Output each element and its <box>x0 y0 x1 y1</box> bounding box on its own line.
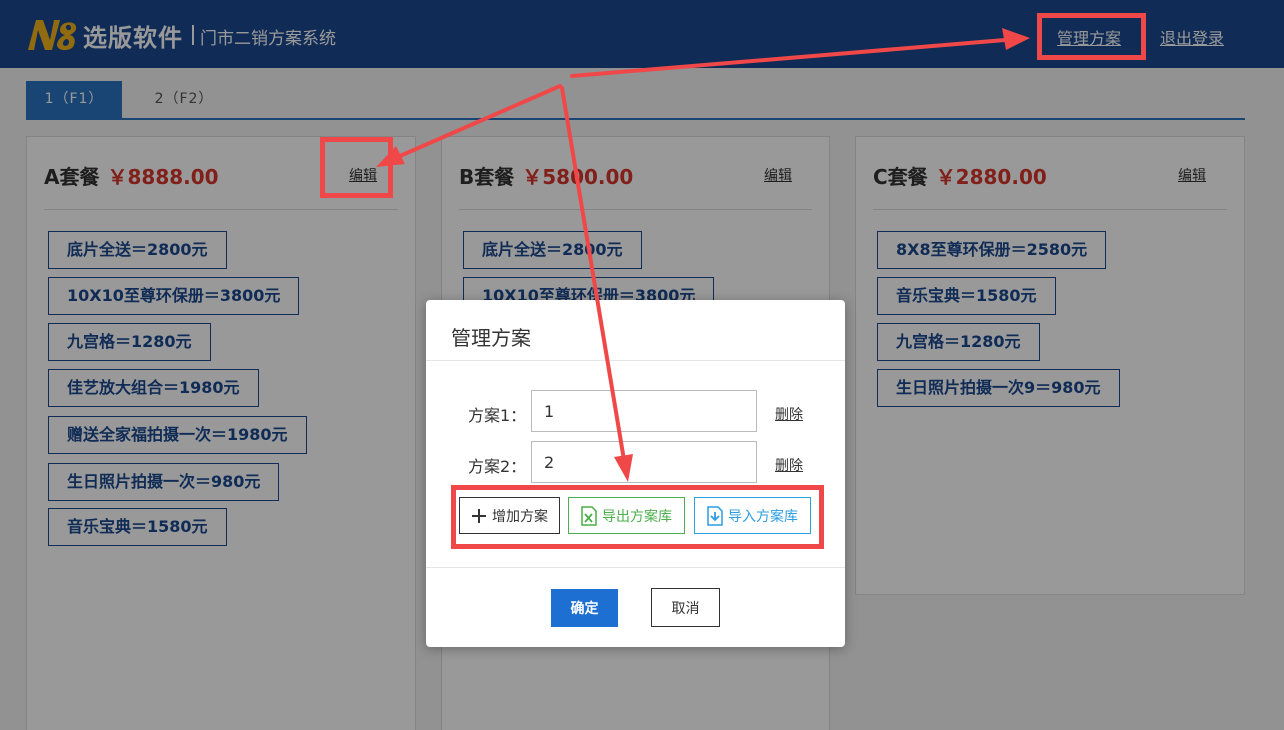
import-library-button[interactable]: 导入方案库 <box>694 497 811 534</box>
excel-file-icon <box>581 505 597 526</box>
dialog-footer-divider <box>426 567 845 568</box>
export-library-button[interactable]: 导出方案库 <box>568 497 685 534</box>
dialog-header-divider <box>426 360 845 361</box>
plan-2-input[interactable] <box>531 441 757 483</box>
plus-icon <box>472 508 486 523</box>
plan-1-label: 方案1： <box>468 406 527 425</box>
plan-2-label: 方案2： <box>468 457 527 476</box>
plan-1-input[interactable] <box>531 390 757 432</box>
import-library-label: 导入方案库 <box>728 508 798 525</box>
dialog-title: 管理方案 <box>451 326 531 350</box>
add-plan-button[interactable]: 增加方案 <box>459 497 560 534</box>
export-library-label: 导出方案库 <box>602 508 672 525</box>
import-file-icon <box>707 505 723 526</box>
plan-2-delete-link[interactable]: 删除 <box>775 455 803 475</box>
confirm-button[interactable]: 确定 <box>551 589 618 627</box>
plan-1-delete-link[interactable]: 删除 <box>775 404 803 424</box>
manage-plans-dialog: 管理方案 方案1： 删除 方案2： 删除 增加方案 导出方案库 导入方案库 确定… <box>426 300 845 647</box>
cancel-button[interactable]: 取消 <box>651 588 720 627</box>
add-plan-label: 增加方案 <box>492 508 548 525</box>
